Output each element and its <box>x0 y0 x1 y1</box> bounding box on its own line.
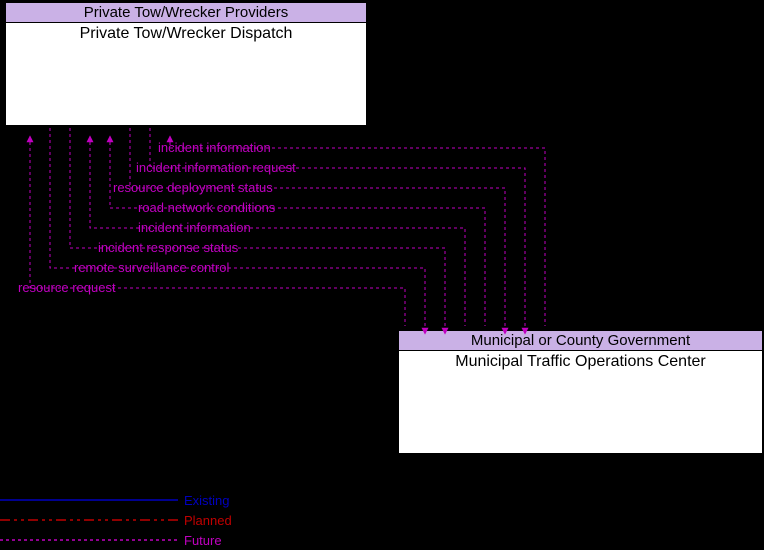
flow-label-6[interactable]: remote surveillance control <box>74 260 229 275</box>
flow-label-3[interactable]: road network conditions <box>138 200 275 215</box>
legend-label-existing: Existing <box>184 493 230 508</box>
flow-line-5 <box>70 128 445 334</box>
legend-line-existing <box>0 492 178 508</box>
legend-row-future: Future <box>0 530 400 550</box>
legend-label-future: Future <box>184 533 222 548</box>
entity-box-top: Private Tow/Wrecker Providers Private To… <box>5 2 367 126</box>
flow-label-5[interactable]: incident response status <box>98 240 238 255</box>
legend-line-planned <box>0 512 178 528</box>
flow-label-4[interactable]: incident information <box>138 220 251 235</box>
legend-row-existing: Existing <box>0 490 400 510</box>
flow-label-7[interactable]: resource request <box>18 280 116 295</box>
legend-line-future <box>0 532 178 548</box>
legend-label-planned: Planned <box>184 513 232 528</box>
legend-row-planned: Planned <box>0 510 400 530</box>
entity-box-bottom: Municipal or County Government Municipal… <box>398 330 763 454</box>
entity-body-bottom[interactable]: Municipal Traffic Operations Center <box>399 351 762 371</box>
entity-header-top[interactable]: Private Tow/Wrecker Providers <box>6 3 366 23</box>
flow-label-2[interactable]: resource deployment status <box>113 180 273 195</box>
flow-label-0[interactable]: incident information <box>158 140 271 155</box>
entity-body-top[interactable]: Private Tow/Wrecker Dispatch <box>6 23 366 43</box>
entity-header-bottom[interactable]: Municipal or County Government <box>399 331 762 351</box>
flow-label-1[interactable]: incident information request <box>136 160 296 175</box>
legend: Existing Planned Future <box>0 490 400 550</box>
